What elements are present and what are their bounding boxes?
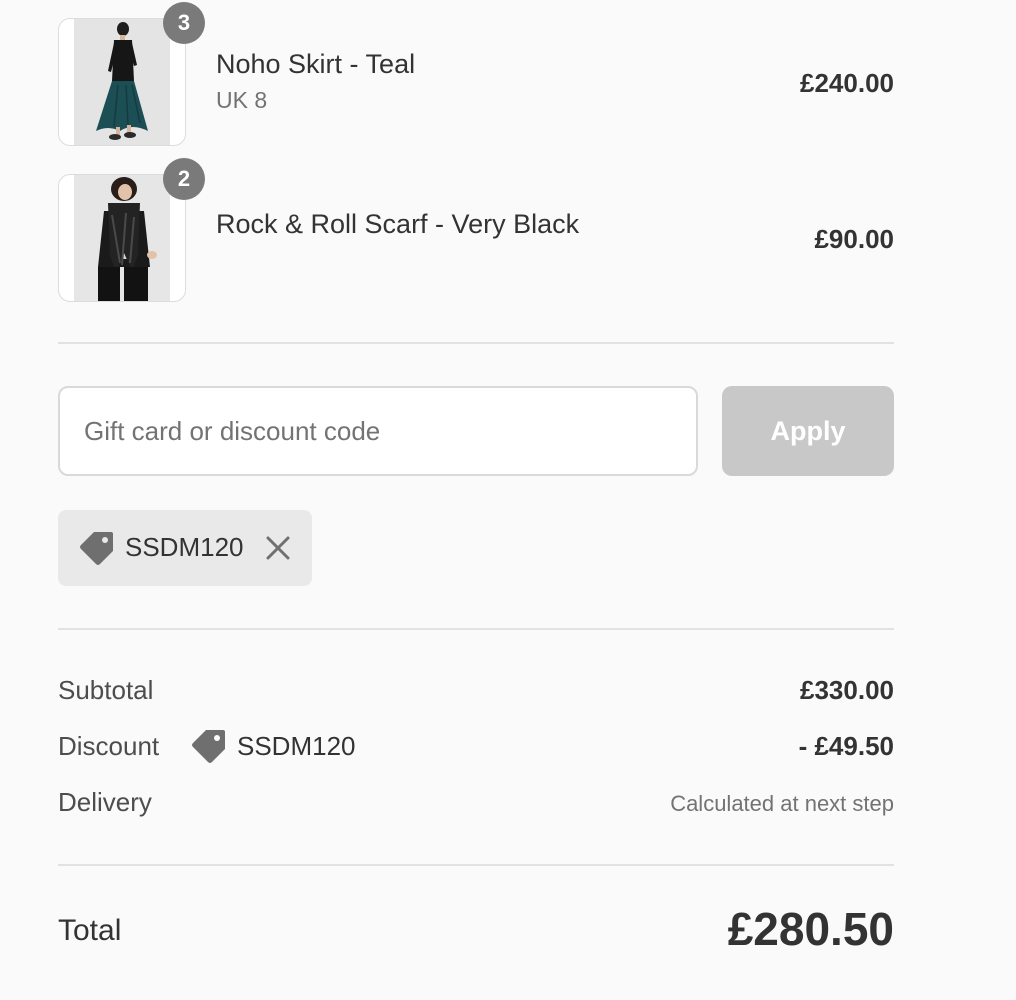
product-thumbnail: 3	[58, 2, 205, 146]
product-price: £240.00	[800, 68, 894, 98]
quantity-badge: 3	[163, 2, 205, 44]
discount-code: SSDM120	[237, 731, 356, 761]
quantity-badge: 2	[163, 158, 205, 200]
section-divider	[58, 342, 894, 344]
subtotal-label: Subtotal	[58, 675, 154, 705]
close-icon[interactable]	[264, 534, 292, 562]
product-thumbnail: 2	[58, 158, 205, 302]
discount-label: Discount	[58, 731, 160, 761]
line-item-noho-skirt: 3 Noho Skirt - Teal UK 8 £240.00	[58, 2, 894, 146]
delivery-value: Calculated at next step	[670, 791, 894, 816]
product-name: Rock & Roll Scarf - Very Black	[216, 209, 580, 239]
delivery-label: Delivery	[58, 787, 152, 817]
total-value: £280.50	[727, 903, 894, 955]
discount-code-input[interactable]	[58, 386, 698, 476]
tag-icon	[80, 532, 113, 565]
discount-value: - £49.50	[798, 731, 894, 761]
model-black-scarf-photo	[74, 175, 170, 301]
model-teal-skirt-photo	[74, 19, 170, 145]
total-label: Total	[58, 914, 122, 947]
line-item-rock-roll-scarf: 2 Rock & Roll Scarf - Very Black £90.00	[58, 158, 894, 302]
apply-button[interactable]: Apply	[722, 386, 894, 476]
section-divider	[58, 628, 894, 630]
section-divider	[58, 864, 894, 866]
product-price: £90.00	[814, 224, 894, 254]
applied-discount-chip: SSDM120	[58, 510, 312, 586]
subtotal-value: £330.00	[800, 675, 894, 705]
product-name: Noho Skirt - Teal	[216, 49, 416, 79]
applied-code-label: SSDM120	[125, 532, 244, 562]
product-variant: UK 8	[216, 87, 268, 113]
tag-icon	[192, 730, 225, 763]
